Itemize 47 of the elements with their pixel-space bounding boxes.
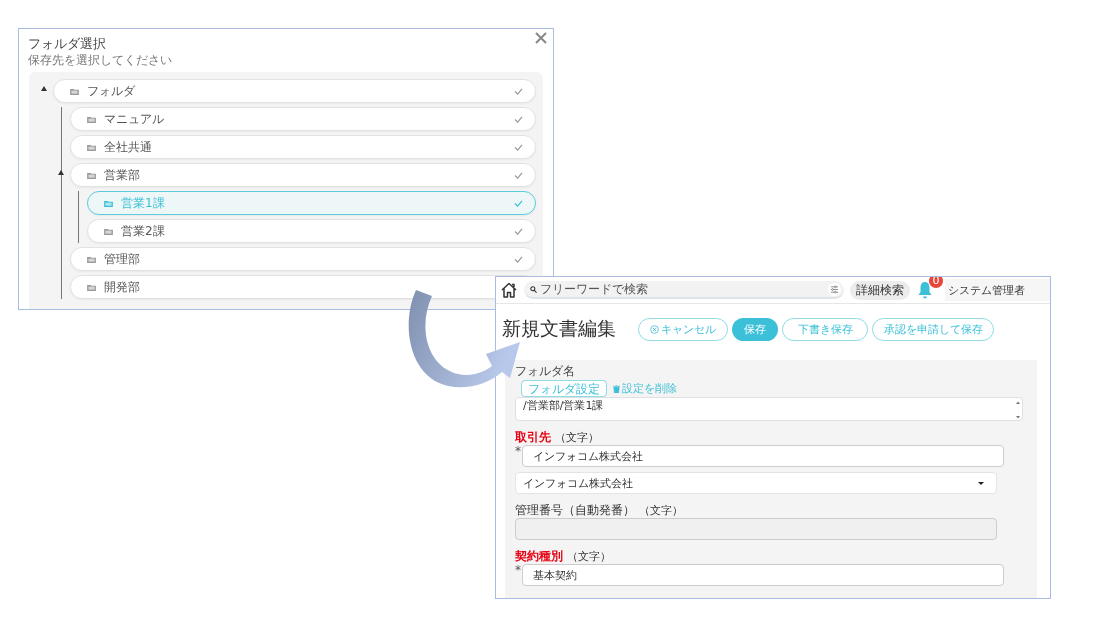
check-icon <box>514 87 523 95</box>
trash-icon <box>613 384 620 393</box>
folder-icon <box>87 283 96 291</box>
page-title: 新規文書編集 <box>502 316 617 341</box>
field-type-note: （文字） <box>639 503 683 518</box>
folder-icon <box>87 255 96 263</box>
check-icon <box>514 171 523 179</box>
required-mark: * <box>515 445 521 457</box>
search-field[interactable]: フリーワードで検索 <box>524 281 844 299</box>
dialog-subtitle: 保存先を選択してください <box>28 53 173 67</box>
folder-icon <box>104 199 113 207</box>
required-mark: * <box>515 564 521 576</box>
close-icon[interactable] <box>535 32 547 44</box>
search-icon <box>530 286 537 293</box>
dropdown-field[interactable]: インフォコム株式会社 <box>515 472 997 494</box>
close-circle-icon <box>650 324 659 334</box>
text-field[interactable]: 基本契約 <box>522 564 1004 586</box>
caret-icon <box>978 481 984 485</box>
dialog-title: フォルダ選択 <box>28 36 106 52</box>
folder-icon <box>87 115 96 123</box>
field-label: フォルダ名 <box>515 365 575 378</box>
bell-icon[interactable] <box>917 281 933 299</box>
expand-icon[interactable] <box>58 170 64 175</box>
field-label: 取引先 <box>515 429 551 446</box>
check-icon <box>514 115 523 123</box>
field-label: 契約種別 <box>515 548 563 565</box>
check-icon <box>514 255 523 263</box>
text-field[interactable]: インフォコム株式会社 <box>522 445 1004 467</box>
check-icon <box>514 143 523 151</box>
folder-row[interactable]: 全社共通 <box>70 135 536 159</box>
folder-icon <box>70 87 79 95</box>
expand-icon[interactable] <box>41 86 47 91</box>
folder-row[interactable]: 管理部 <box>70 247 536 271</box>
check-icon <box>514 227 523 235</box>
folder-icon <box>104 227 113 235</box>
field-type-note: （文字） <box>555 430 599 445</box>
folder-icon <box>87 143 96 151</box>
field-label: 管理番号（自動発番） <box>515 502 635 519</box>
user-dropdown[interactable]: システム管理者 <box>945 279 1050 301</box>
field-type-note: （文字） <box>567 549 611 564</box>
folder-row[interactable]: 営業2課 <box>87 219 536 243</box>
folder-icon <box>87 171 96 179</box>
folder-path-field[interactable]: /営業部/営業1課 <box>515 397 1023 421</box>
check-icon <box>514 199 523 207</box>
folder-row[interactable]: マニュアル <box>70 107 536 131</box>
home-icon[interactable] <box>500 281 518 299</box>
advanced-search-button[interactable]: 詳細検索 <box>850 280 910 300</box>
